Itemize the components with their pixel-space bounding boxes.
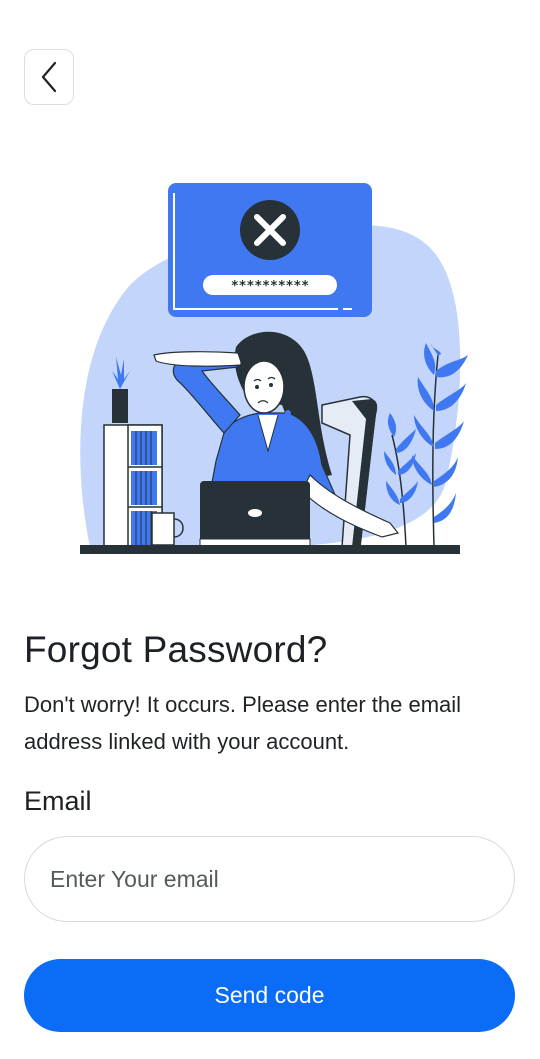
password-card: ********** — [168, 183, 372, 317]
email-label: Email — [24, 786, 92, 816]
laptop — [199, 481, 311, 548]
page-subtitle: Don't worry! It occurs. Please enter the… — [24, 692, 462, 754]
desk — [80, 545, 460, 554]
page-title: Forgot Password? — [24, 629, 328, 670]
send-code-button[interactable]: Send code — [24, 959, 515, 1032]
password-mask: ********** — [231, 279, 309, 294]
chevron-left-icon — [41, 61, 57, 93]
forgot-password-illustration: ********** — [80, 183, 468, 554]
back-button[interactable] — [24, 49, 74, 105]
email-field[interactable] — [24, 836, 515, 922]
